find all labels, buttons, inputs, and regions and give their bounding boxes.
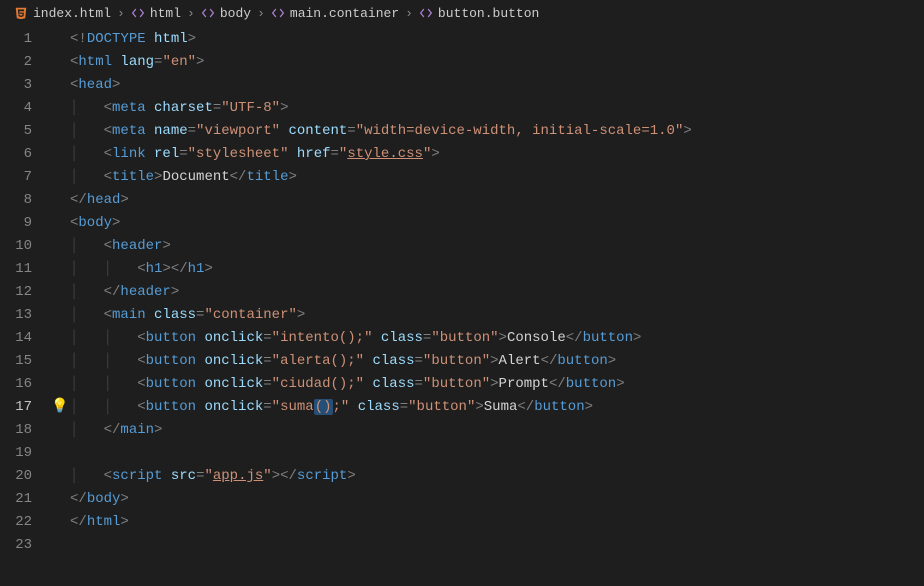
- glyph-margin: 💡: [50, 28, 70, 557]
- code-line[interactable]: [70, 442, 924, 465]
- line-number[interactable]: 20: [0, 465, 32, 488]
- line-number[interactable]: 10: [0, 235, 32, 258]
- symbol-icon: [419, 6, 433, 20]
- code-editor[interactable]: 1 2 3 4 5 6 7 8 9 10 11 12 13 14 15 16 1…: [0, 26, 924, 557]
- line-number-gutter[interactable]: 1 2 3 4 5 6 7 8 9 10 11 12 13 14 15 16 1…: [0, 28, 50, 557]
- line-number[interactable]: 23: [0, 534, 32, 557]
- line-number[interactable]: 14: [0, 327, 32, 350]
- line-number[interactable]: 18: [0, 419, 32, 442]
- code-line[interactable]: │ │ <h1></h1>: [70, 258, 924, 281]
- line-number[interactable]: 19: [0, 442, 32, 465]
- code-line[interactable]: <html lang="en">: [70, 51, 924, 74]
- breadcrumb[interactable]: index.html › html › body › main.containe…: [0, 0, 924, 26]
- code-line[interactable]: │ <link rel="stylesheet" href="style.css…: [70, 143, 924, 166]
- lightbulb-icon[interactable]: 💡: [51, 396, 68, 419]
- line-number[interactable]: 3: [0, 74, 32, 97]
- code-line[interactable]: [70, 534, 924, 557]
- code-line[interactable]: │ │ <button onclick="alerta();" class="b…: [70, 350, 924, 373]
- breadcrumb-main[interactable]: main.container: [271, 6, 399, 21]
- line-number[interactable]: 9: [0, 212, 32, 235]
- code-line[interactable]: │ │ <button onclick="intento();" class="…: [70, 327, 924, 350]
- code-line[interactable]: │ <meta charset="UTF-8">: [70, 97, 924, 120]
- breadcrumb-file-label: index.html: [33, 6, 111, 21]
- code-line[interactable]: │ <meta name="viewport" content="width=d…: [70, 120, 924, 143]
- line-number[interactable]: 22: [0, 511, 32, 534]
- code-line[interactable]: <body>: [70, 212, 924, 235]
- line-number[interactable]: 21: [0, 488, 32, 511]
- code-line[interactable]: │ <main class="container">: [70, 304, 924, 327]
- line-number[interactable]: 8: [0, 189, 32, 212]
- code-line[interactable]: │ <script src="app.js"></script>: [70, 465, 924, 488]
- breadcrumb-html[interactable]: html: [131, 6, 181, 21]
- breadcrumb-button[interactable]: button.button: [419, 6, 539, 21]
- line-number[interactable]: 11: [0, 258, 32, 281]
- line-number[interactable]: 6: [0, 143, 32, 166]
- code-line[interactable]: </html>: [70, 511, 924, 534]
- code-line[interactable]: │ │ <button onclick="suma();" class="but…: [70, 396, 924, 419]
- selected-text: (): [314, 399, 333, 415]
- code-line[interactable]: │ <title>Document</title>: [70, 166, 924, 189]
- breadcrumb-file[interactable]: index.html: [14, 6, 111, 21]
- symbol-icon: [201, 6, 215, 20]
- chevron-right-icon: ›: [187, 6, 195, 21]
- symbol-icon: [271, 6, 285, 20]
- line-number[interactable]: 2: [0, 51, 32, 74]
- code-line[interactable]: </head>: [70, 189, 924, 212]
- line-number[interactable]: 17: [0, 396, 32, 419]
- line-number[interactable]: 1: [0, 28, 32, 51]
- code-line[interactable]: │ </header>: [70, 281, 924, 304]
- line-number[interactable]: 15: [0, 350, 32, 373]
- code-line[interactable]: <head>: [70, 74, 924, 97]
- line-number[interactable]: 16: [0, 373, 32, 396]
- code-content[interactable]: <!DOCTYPE html> <html lang="en"> <head> …: [70, 28, 924, 557]
- code-line[interactable]: </body>: [70, 488, 924, 511]
- line-number[interactable]: 4: [0, 97, 32, 120]
- chevron-right-icon: ›: [257, 6, 265, 21]
- line-number[interactable]: 5: [0, 120, 32, 143]
- chevron-right-icon: ›: [405, 6, 413, 21]
- chevron-right-icon: ›: [117, 6, 125, 21]
- file-html-icon: [14, 6, 28, 20]
- code-line[interactable]: │ │ <button onclick="ciudad();" class="b…: [70, 373, 924, 396]
- line-number[interactable]: 12: [0, 281, 32, 304]
- line-number[interactable]: 13: [0, 304, 32, 327]
- line-number[interactable]: 7: [0, 166, 32, 189]
- symbol-icon: [131, 6, 145, 20]
- code-line[interactable]: │ </main>: [70, 419, 924, 442]
- code-line[interactable]: │ <header>: [70, 235, 924, 258]
- code-line[interactable]: <!DOCTYPE html>: [70, 28, 924, 51]
- breadcrumb-body[interactable]: body: [201, 6, 251, 21]
